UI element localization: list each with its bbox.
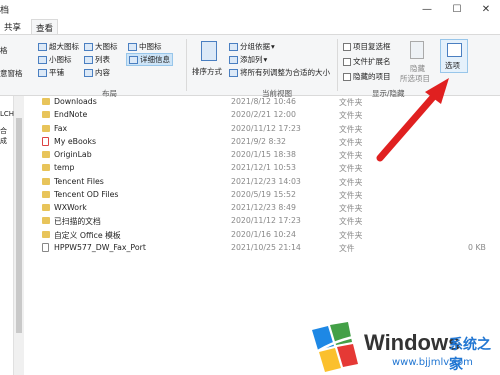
annotation-arrow <box>376 78 449 162</box>
watermark-logo: Windows 系统之家 www.bjjmlv.com <box>307 322 500 375</box>
watermark-brand: Windows <box>364 330 461 355</box>
watermark-tagline: 系统之家 <box>449 337 491 373</box>
watermark-url: www.bjjmlv.com <box>392 357 473 368</box>
arrow-shaft <box>376 92 438 162</box>
